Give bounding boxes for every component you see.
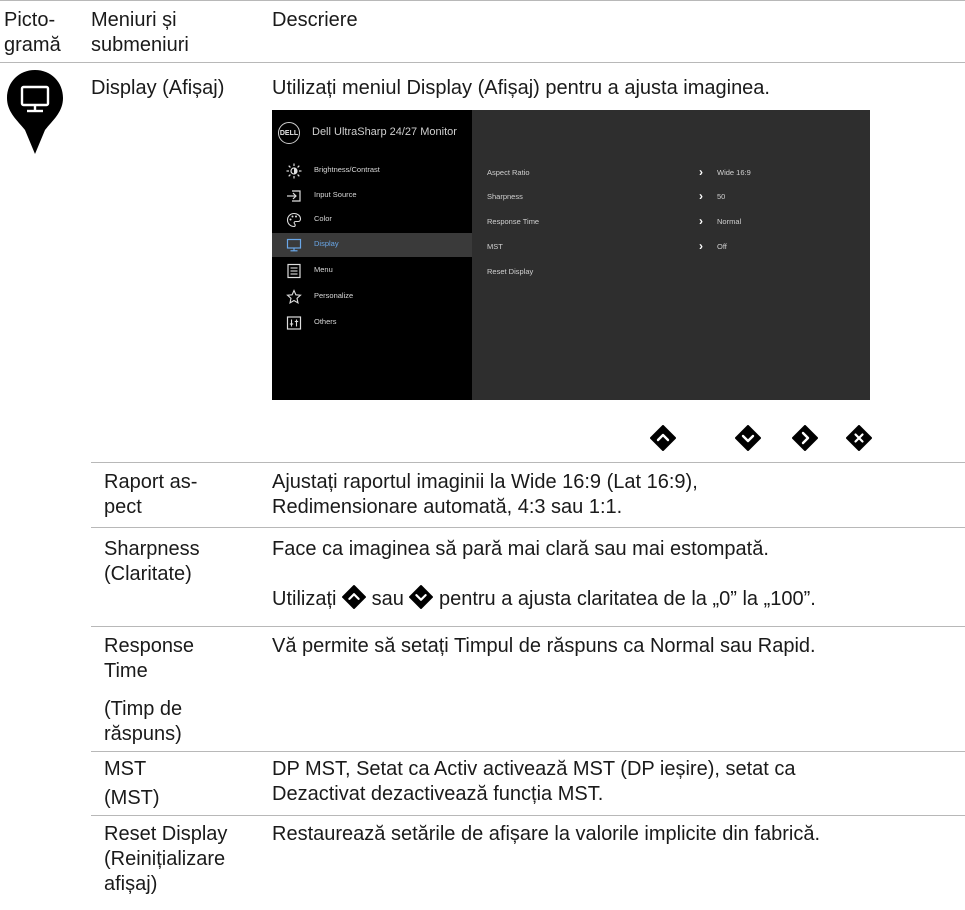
up-button-icon	[342, 585, 367, 609]
usage-text-b: sau	[371, 588, 404, 610]
setting-value: Wide 16:9	[717, 168, 751, 177]
chevron-right-icon: ›	[699, 239, 703, 253]
osd-setting-mst[interactable]: MST › Off	[487, 239, 867, 256]
row-desc-sharpness: Face ca imaginea să pară mai clară sau m…	[272, 538, 769, 560]
row-name-response-time: Response Time	[104, 635, 195, 682]
close-button-icon[interactable]	[846, 425, 872, 451]
row-desc-reset-display: Restaurează setările de afișare la valor…	[272, 823, 821, 845]
osd-title: Dell UltraSharp 24/27 Monitor	[312, 126, 457, 138]
setting-name: MST	[487, 242, 503, 251]
osd-item-others[interactable]: Others	[272, 311, 472, 335]
osd-item-personalize[interactable]: Personalize	[272, 285, 472, 309]
top-rule	[0, 0, 965, 1]
menu-list-icon	[287, 263, 301, 279]
palette-icon	[286, 212, 302, 228]
osd-menu-panel: DELL Dell UltraSharp 24/27 Monitor Brigh…	[272, 110, 472, 400]
row-rule	[91, 626, 965, 627]
dell-logo: DELL	[278, 122, 300, 144]
osd-setting-reset-display[interactable]: Reset Display	[487, 267, 867, 281]
row-name-response-time-ro: (Timp de răspuns)	[104, 698, 183, 745]
row-desc-sharpness-usage: Utilizați sau pentru a ajusta claritatea…	[272, 584, 962, 612]
header-pictogram: Picto- gramă	[4, 9, 61, 56]
header-menus: Meniuri și submeniuri	[91, 9, 189, 56]
chevron-right-icon: ›	[699, 165, 703, 179]
row-rule	[91, 462, 965, 463]
setting-name: Response Time	[487, 217, 540, 226]
osd-item-menu[interactable]: Menu	[272, 259, 472, 283]
input-source-icon	[287, 190, 301, 202]
star-icon	[286, 289, 302, 305]
others-icon	[286, 316, 302, 330]
row-desc-aspect-ratio: Ajustați raportul imaginii la Wide 16:9 …	[272, 471, 698, 518]
usage-text-a: Utilizați	[272, 588, 337, 610]
display-intro: Utilizați meniul Display (Afișaj) pentru…	[272, 77, 770, 99]
osd-item-color[interactable]: Color	[272, 208, 472, 232]
row-name-mst: MST	[104, 758, 147, 780]
osd-screenshot: DELL Dell UltraSharp 24/27 Monitor Brigh…	[272, 110, 870, 400]
menu-display: Display (Afișaj)	[91, 77, 225, 99]
header-rule	[0, 62, 965, 63]
up-button-icon[interactable]	[650, 425, 676, 451]
row-desc-mst: DP MST, Setat ca Activ activează MST (DP…	[272, 758, 796, 805]
osd-item-brightness-contrast[interactable]: Brightness/Contrast	[272, 159, 472, 183]
header-description: Descriere	[272, 9, 358, 31]
chevron-right-icon: ›	[699, 214, 703, 228]
osd-item-label: Color	[314, 214, 332, 223]
row-rule	[91, 527, 965, 528]
osd-item-label: Personalize	[314, 291, 354, 300]
osd-setting-aspect-ratio[interactable]: Aspect Ratio › Wide 16:9	[487, 165, 867, 182]
osd-item-display[interactable]: Display	[272, 233, 472, 257]
row-rule	[91, 815, 965, 816]
osd-item-label: Input Source	[314, 190, 357, 199]
row-name-aspect-ratio: Raport as- pect	[104, 471, 198, 518]
row-rule	[91, 751, 965, 752]
setting-value: 50	[717, 192, 726, 201]
setting-name: Aspect Ratio	[487, 168, 530, 177]
row-desc-response-time: Vă permite să setați Timpul de răspuns c…	[272, 635, 816, 657]
down-button-icon	[409, 585, 434, 609]
chevron-right-icon: ›	[699, 189, 703, 203]
setting-value: Normal	[717, 217, 742, 226]
setting-value: Off	[717, 242, 727, 251]
display-icon	[286, 238, 302, 252]
row-name-reset-display: Reset Display (Reinițializare afișaj)	[104, 823, 228, 895]
row-name-sharpness: Sharpness (Claritate)	[104, 538, 200, 585]
osd-setting-sharpness[interactable]: Sharpness › 50	[487, 189, 867, 206]
osd-item-label: Display	[314, 239, 339, 248]
brightness-icon	[286, 163, 302, 179]
osd-item-label: Menu	[314, 265, 333, 274]
row-name-mst-ro: (MST)	[104, 787, 160, 809]
monitor-pin-icon	[5, 68, 65, 156]
osd-item-label: Others	[314, 317, 337, 326]
osd-setting-response-time[interactable]: Response Time › Normal	[487, 214, 867, 231]
osd-item-label: Brightness/Contrast	[314, 165, 380, 174]
setting-name: Reset Display	[487, 267, 534, 276]
right-button-icon[interactable]	[792, 425, 818, 451]
setting-name: Sharpness	[487, 192, 523, 201]
osd-item-input-source[interactable]: Input Source	[272, 184, 472, 208]
usage-text-c: pentru a ajusta claritatea de la „0” la …	[438, 588, 816, 610]
down-button-icon[interactable]	[735, 425, 761, 451]
